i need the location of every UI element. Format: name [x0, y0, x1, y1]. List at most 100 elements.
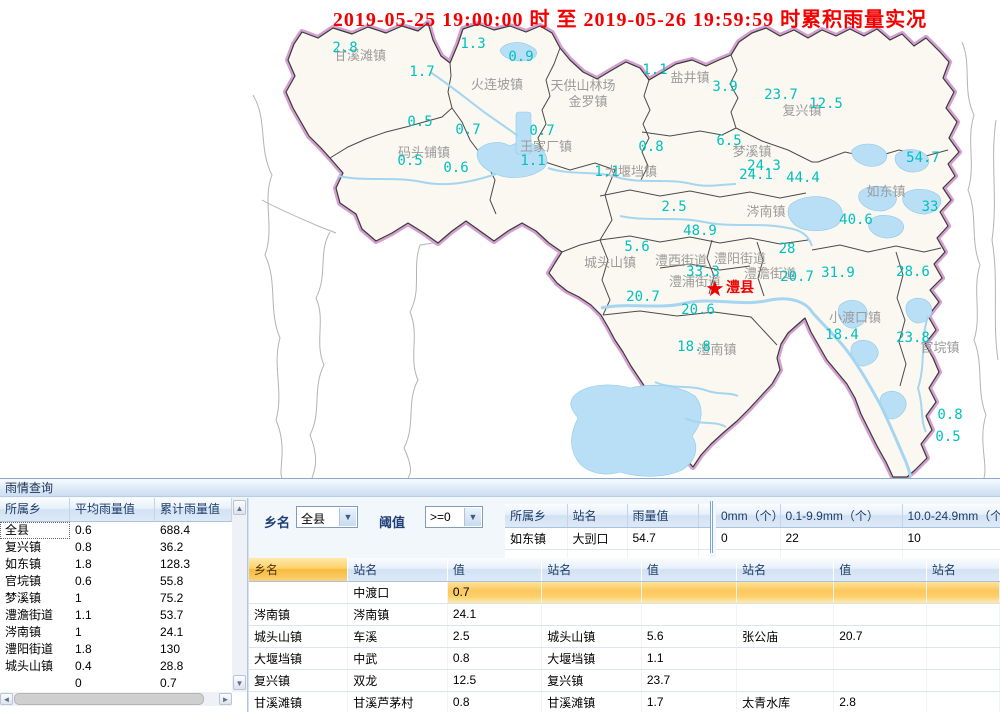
table-cell[interactable]: 0.4 [70, 658, 155, 675]
table-cell[interactable]: 澧澹街道 [0, 607, 70, 624]
table-cell[interactable]: 太青水库 [737, 691, 834, 712]
table-row[interactable]: 全县0.6688.4 [0, 522, 232, 539]
table-cell[interactable]: 大堰垱镇 [249, 647, 348, 669]
table-cell[interactable]: 36.2 [155, 539, 232, 556]
table-cell[interactable] [926, 581, 999, 603]
table-cell[interactable] [834, 603, 927, 625]
column-header[interactable]: 乡名 [249, 558, 348, 581]
table-row[interactable]: 官垸镇0.655.8 [0, 573, 232, 590]
column-header[interactable]: 值 [447, 558, 541, 581]
table-cell[interactable] [641, 603, 736, 625]
table-cell[interactable]: 12.5 [447, 669, 541, 691]
table-row[interactable]: 复兴镇双龙12.5复兴镇23.7 [249, 669, 1000, 691]
table-cell[interactable]: 28.8 [155, 658, 232, 675]
table-cell[interactable]: 2.8 [834, 691, 927, 712]
table-cell[interactable]: 如东镇 [505, 527, 567, 549]
table-cell[interactable] [926, 603, 999, 625]
column-header[interactable]: 值 [641, 558, 736, 581]
table-cell[interactable]: 0 [70, 675, 155, 692]
column-header[interactable]: 值 [834, 558, 927, 581]
table-cell[interactable]: 0.8 [70, 539, 155, 556]
table-row[interactable]: 涔南镇124.1 [0, 624, 232, 641]
column-header[interactable]: 所属乡 [505, 504, 567, 527]
table-cell[interactable] [834, 669, 927, 691]
table-cell[interactable] [926, 625, 999, 647]
column-header[interactable]: 站名 [567, 504, 627, 527]
column-header[interactable]: 所属乡 [0, 498, 70, 522]
table-row[interactable]: 复兴镇0.836.2 [0, 539, 232, 556]
table-cell[interactable]: 涔南镇 [348, 603, 448, 625]
scroll-left-button[interactable]: ◄ [0, 693, 13, 705]
table-cell[interactable] [542, 581, 642, 603]
table-cell[interactable]: 城头山镇 [249, 625, 348, 647]
table-cell[interactable] [926, 691, 999, 712]
column-header[interactable]: 站名 [542, 558, 642, 581]
table-cell[interactable]: 车溪 [348, 625, 448, 647]
table-cell[interactable]: 1 [70, 590, 155, 607]
table-cell[interactable]: 中武 [348, 647, 448, 669]
summary-table-header[interactable]: 所属乡平均雨量值累计雨量值 [0, 498, 232, 522]
table-cell[interactable]: 1.1 [641, 647, 736, 669]
chevron-down-icon[interactable]: ▼ [464, 508, 481, 526]
table-row[interactable]: 涔南镇涔南镇24.1 [249, 603, 1000, 625]
table-cell[interactable]: 官垸镇 [0, 573, 70, 590]
table-cell[interactable]: 0.6 [70, 522, 155, 539]
table-cell[interactable] [249, 581, 348, 603]
table-cell[interactable]: 复兴镇 [249, 669, 348, 691]
table-cell[interactable] [641, 581, 736, 603]
table-cell[interactable]: 53.7 [155, 607, 232, 624]
table-cell[interactable] [834, 581, 927, 603]
column-header[interactable]: 平均雨量值 [70, 498, 155, 522]
table-row[interactable]: 澧阳街道1.8130 [0, 641, 232, 658]
column-header[interactable]: 10.0-24.9mm（个） [902, 504, 1000, 527]
table-cell[interactable]: 5.6 [641, 625, 736, 647]
table-cell[interactable]: 双龙 [348, 669, 448, 691]
table-cell[interactable] [834, 647, 927, 669]
table-cell[interactable]: 甘溪芦茅村 [348, 691, 448, 712]
table-row[interactable]: 00.7 [0, 675, 232, 692]
table-cell[interactable]: 涔南镇 [0, 624, 70, 641]
detail-table-container[interactable]: 乡名站名值站名值站名值站名 中渡口0.7涔南镇涔南镇24.1城头山镇车溪2.5城… [249, 558, 1000, 712]
table-cell[interactable]: 1.8 [70, 641, 155, 658]
map-canvas[interactable]: 甘溪滩镇火连坡镇天供山林场金罗镇盐井镇复兴镇码头铺镇王家厂镇梦溪镇大堰垱镇涔南镇… [0, 0, 1000, 478]
table-cell[interactable]: 梦溪镇 [0, 590, 70, 607]
table-row[interactable]: 02210 [716, 527, 1000, 549]
table-cell[interactable]: 大堰垱镇 [542, 647, 642, 669]
column-header[interactable]: 站名 [348, 558, 448, 581]
table-cell[interactable] [542, 603, 642, 625]
table-cell[interactable] [737, 669, 834, 691]
scroll-down-button[interactable]: ▼ [233, 675, 246, 690]
table-cell[interactable]: 2.5 [447, 625, 541, 647]
table-row[interactable]: 城头山镇车溪2.5城头山镇5.6张公庙20.7 [249, 625, 1000, 647]
table-cell[interactable]: 城头山镇 [542, 625, 642, 647]
column-header[interactable]: 累计雨量值 [155, 498, 232, 522]
table-row[interactable]: 中渡口0.7 [249, 581, 1000, 603]
table-cell[interactable]: 22 [780, 527, 902, 549]
column-header[interactable]: 站名 [737, 558, 834, 581]
table-cell[interactable]: 24.1 [447, 603, 541, 625]
table-cell[interactable]: 0.7 [155, 675, 232, 692]
table-cell[interactable]: 23.7 [641, 669, 736, 691]
table-cell[interactable] [698, 527, 710, 549]
table-cell[interactable]: 688.4 [155, 522, 232, 539]
table-cell[interactable]: 0.7 [447, 581, 541, 603]
table-cell[interactable]: 75.2 [155, 590, 232, 607]
table-cell[interactable]: 复兴镇 [542, 669, 642, 691]
threshold-filter-dropdown[interactable]: >=0 ▼ [425, 506, 483, 528]
chevron-down-icon[interactable]: ▼ [339, 508, 356, 526]
table-row[interactable]: 澧澹街道1.153.7 [0, 607, 232, 624]
scroll-thumb[interactable] [14, 693, 204, 705]
table-cell[interactable]: 复兴镇 [0, 539, 70, 556]
table-cell[interactable]: 0 [716, 527, 780, 549]
table-cell[interactable]: 城头山镇 [0, 658, 70, 675]
map-area[interactable]: 甘溪滩镇火连坡镇天供山林场金罗镇盐井镇复兴镇码头铺镇王家厂镇梦溪镇大堰垱镇涔南镇… [0, 0, 1000, 478]
summary-horizontal-scrollbar[interactable]: ◄ ► [0, 692, 232, 706]
table-cell[interactable]: 全县 [0, 522, 70, 539]
summary-vertical-scrollbar[interactable]: ▲ ▼ [232, 498, 247, 692]
scroll-right-button[interactable]: ► [219, 693, 232, 705]
table-cell[interactable]: 20.7 [834, 625, 927, 647]
table-cell[interactable]: 128.3 [155, 556, 232, 573]
table-row[interactable]: 如东镇1.8128.3 [0, 556, 232, 573]
table-cell[interactable]: 澧阳街道 [0, 641, 70, 658]
table-cell[interactable]: 55.8 [155, 573, 232, 590]
